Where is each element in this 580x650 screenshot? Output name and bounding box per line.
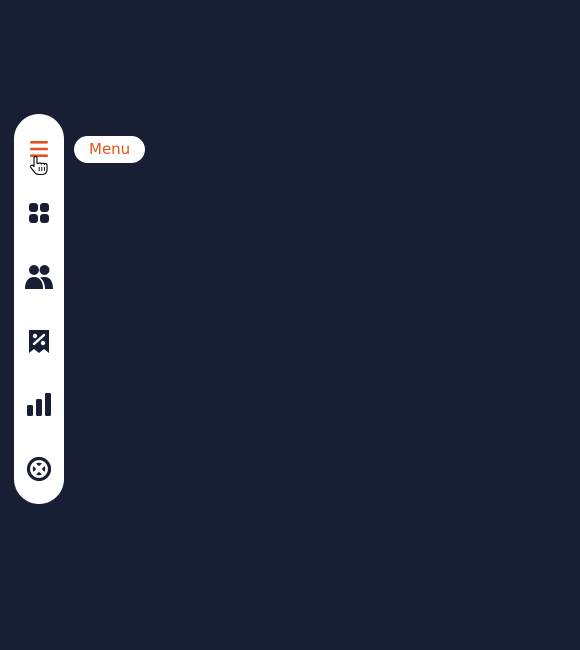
grid-icon — [29, 203, 49, 223]
menu-tooltip: Menu — [74, 136, 146, 163]
sidebar-item-menu[interactable] — [14, 127, 64, 171]
sidebar-item-support[interactable] — [14, 447, 64, 491]
sidebar-item-analytics[interactable] — [14, 383, 64, 427]
users-icon — [25, 265, 53, 289]
hamburger-menu-icon — [30, 141, 48, 157]
sidebar-item-dashboard[interactable] — [14, 191, 64, 235]
discount-receipt-icon — [29, 330, 49, 353]
sidebar — [14, 114, 64, 504]
lifebuoy-icon — [26, 456, 52, 482]
bar-chart-icon — [27, 393, 51, 416]
sidebar-item-users[interactable] — [14, 255, 64, 299]
sidebar-item-discounts[interactable] — [14, 319, 64, 363]
app-canvas: Menu — [0, 0, 580, 650]
